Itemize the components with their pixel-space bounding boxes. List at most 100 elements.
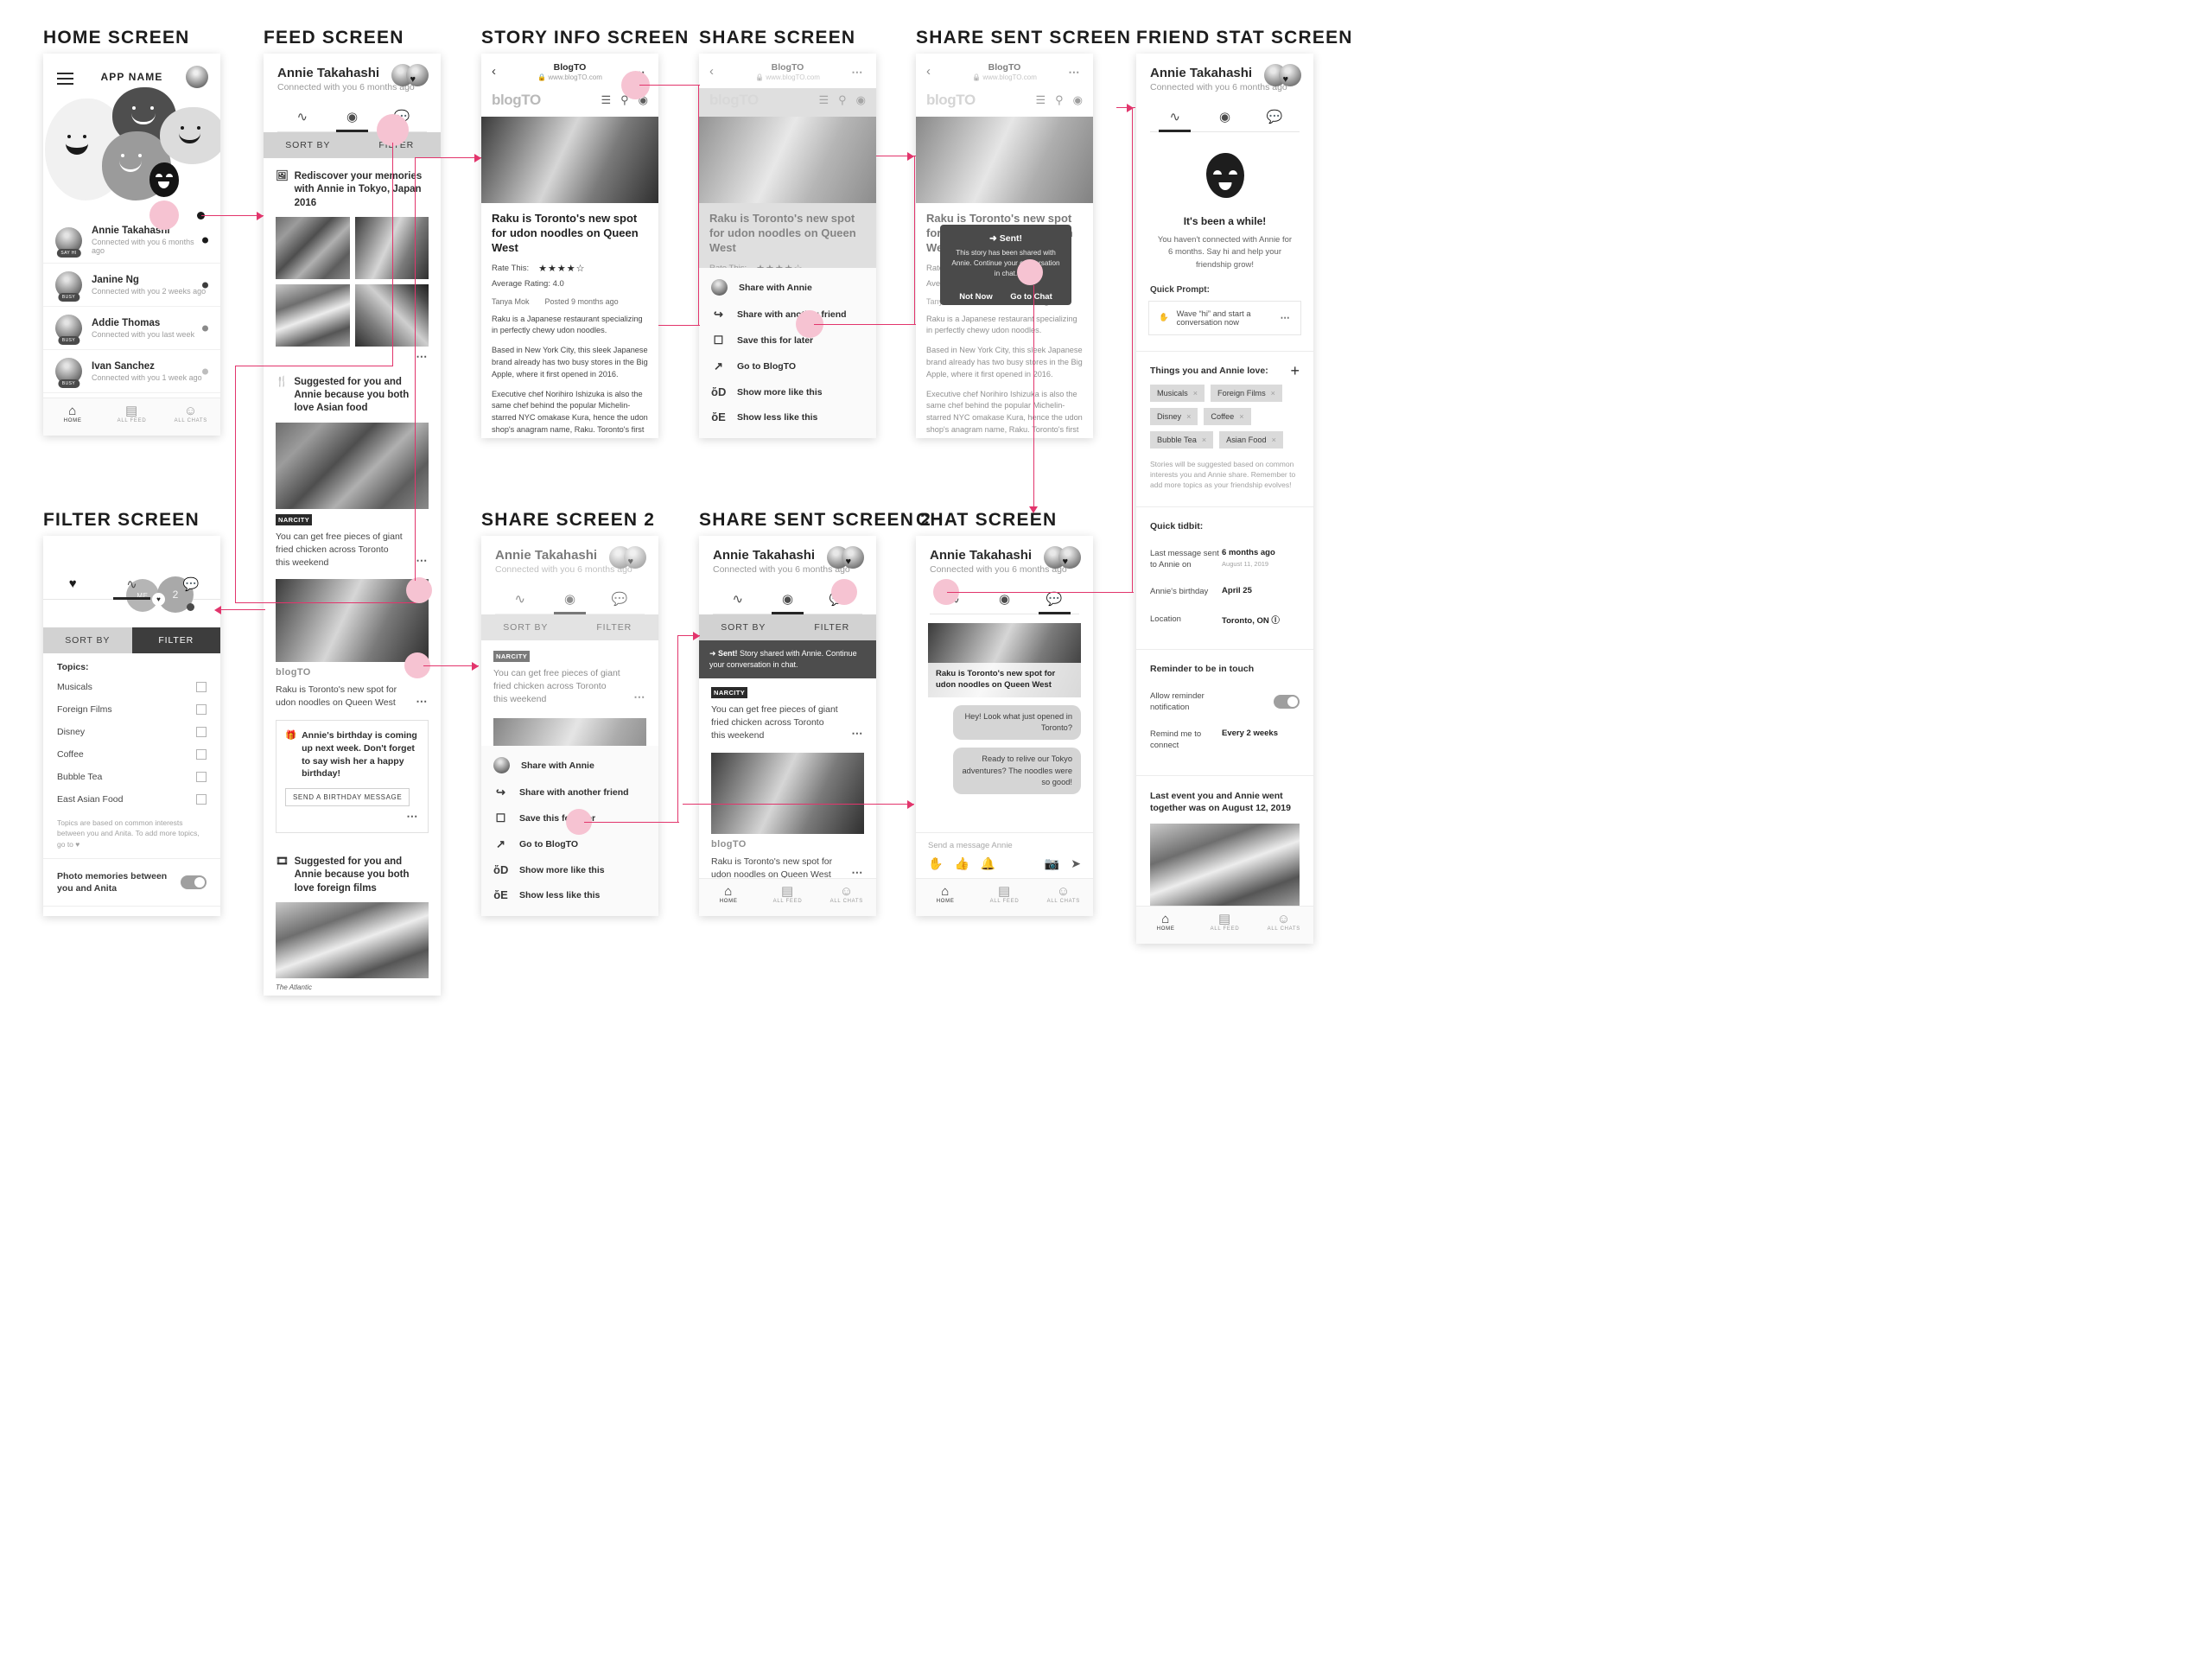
narcity-image[interactable] [276,422,429,509]
friend-list-item[interactable]: BUSY Addie Thomas Connected with you last … [43,307,220,350]
shared-story-card[interactable]: Raku is Toronto's new spot for udon nood… [928,623,1081,697]
my-avatar[interactable] [186,66,208,88]
topic-checkbox[interactable] [196,682,207,692]
sort-by-tab[interactable]: SORT BY [43,627,132,653]
blogto-image[interactable] [711,752,864,834]
tab-chat[interactable]: 💬 [1249,103,1300,131]
remove-chip-icon[interactable]: × [1186,412,1191,421]
topic-row[interactable]: East Asian Food [43,788,220,811]
filter-button[interactable]: FILTER [788,614,877,640]
nav-item-home[interactable]: ⌂ HOME [43,398,102,436]
browser-more-button[interactable]: ⋯ [1068,66,1081,80]
share-menu-item[interactable]: ὄE Show less like this [481,882,658,907]
narcity-more-button[interactable]: ⋯ [416,553,429,569]
send-icon[interactable]: ➤ [1071,856,1081,871]
interest-chip[interactable]: Asian Food × [1219,430,1283,449]
share-menu-item[interactable]: ὄD Show more like this [699,379,876,404]
wave-icon[interactable]: ✋ [928,856,943,871]
topic-checkbox[interactable] [196,772,207,782]
tab-pulse[interactable]: ∿ [277,103,327,131]
not-now-button[interactable]: Not Now [959,292,993,302]
thumbs-up-icon[interactable]: 👍 [954,856,969,871]
menu-icon[interactable]: ☰ [601,93,611,107]
go-to-chat-button[interactable]: Go to Chat [1010,292,1052,302]
nav-item-all-chats[interactable]: ☺ ALL CHATS [817,879,876,916]
interest-chip[interactable]: Bubble Tea × [1150,430,1214,449]
search-icon[interactable]: ⚲ [838,93,847,107]
share-menu-item[interactable]: Share with Annie [481,751,658,780]
memory-more-button[interactable]: ⋯ [276,347,429,364]
nav-item-home[interactable]: ⌂ HOME [916,879,975,916]
friend-list-item[interactable]: SAY HI Annie Takahashi Connected with you … [43,218,220,264]
topic-row[interactable]: Musicals [43,676,220,698]
topic-row[interactable]: Foreign Films [43,698,220,721]
share-menu-item[interactable]: ↗ Go to BlogTO [481,831,658,857]
tab-compass[interactable]: ◉ [1200,103,1250,131]
back-icon[interactable]: ‹ [492,64,496,79]
tab-heart[interactable]: ♥ [43,570,102,599]
topic-row[interactable]: Bubble Tea [43,766,220,788]
tab-compass[interactable]: ◉ [763,585,813,614]
menu-icon[interactable]: ☰ [818,93,829,107]
tab-compass[interactable]: ◉ [980,585,1030,614]
back-icon[interactable]: ‹ [926,64,931,79]
nav-item-home[interactable]: ⌂ HOME [1136,907,1195,944]
interest-chip[interactable]: Musicals × [1150,384,1205,402]
topic-checkbox[interactable] [196,794,207,805]
nav-item-all-feed[interactable]: ▤ ALL FEED [1195,907,1254,944]
add-topic-button[interactable]: + [1290,363,1300,379]
remove-chip-icon[interactable]: × [1202,436,1206,444]
nav-item-all-feed[interactable]: ▤ ALL FEED [758,879,817,916]
bell-icon[interactable]: 🔔 [981,856,995,871]
nav-item-all-chats[interactable]: ☺ ALL CHATS [162,398,220,436]
topic-checkbox[interactable] [196,749,207,760]
narcity-more-button[interactable]: ⋯ [633,690,646,705]
memory-photo-3[interactable] [276,283,350,347]
star-rating[interactable]: ★★★★☆ [538,263,585,274]
quick-prompt-card[interactable]: ✋ Wave “hi” and start a conversation now… [1148,300,1301,335]
topic-row[interactable]: Disney [43,721,220,743]
topic-checkbox[interactable] [196,727,207,737]
share-menu-item[interactable]: ↪ Share with another friend [481,780,658,805]
filter-button[interactable]: FILTER [570,614,659,640]
tab-pulse[interactable]: ∿ [713,585,763,614]
remove-chip-icon[interactable]: × [1272,436,1276,444]
share-menu-item[interactable]: Share with Annie [699,273,876,302]
sort-by-button[interactable]: SORT BY [699,614,788,640]
tab-chat[interactable]: 💬 [162,570,220,599]
share-menu-item[interactable]: ὄE Show less like this [699,404,876,430]
atlantic-image[interactable] [276,901,429,978]
sort-by-button[interactable]: SORT BY [481,614,570,640]
back-icon[interactable]: ‹ [709,64,714,79]
menu-icon[interactable]: ☰ [1035,93,1046,107]
event-image[interactable] [1150,824,1300,907]
share-menu-item[interactable]: ☐ Save this for later [699,328,876,353]
tab-compass[interactable]: ◉ [545,585,595,614]
photo-memories-toggle[interactable] [181,875,207,890]
chat-input[interactable]: Send a message Annie [916,833,1093,856]
remove-chip-icon[interactable]: × [1193,389,1198,398]
nav-item-home[interactable]: ⌂ HOME [699,879,758,916]
friend-list-item[interactable]: BUSY Ivan Sanchez Connected with you 1 wee… [43,350,220,393]
remove-chip-icon[interactable]: × [1239,412,1243,421]
share-menu-item[interactable]: ↗ Go to BlogTO [699,353,876,379]
filter-tab[interactable]: FILTER [131,627,220,653]
blogto-more-button[interactable]: ⋯ [416,694,429,710]
nav-item-all-feed[interactable]: ▤ ALL FEED [975,879,1033,916]
topic-row[interactable]: Coffee [43,743,220,766]
memory-photo-1[interactable] [276,216,350,279]
tab-pulse[interactable]: ∿ [102,570,161,600]
send-birthday-message-button[interactable]: SEND A BIRTHDAY MESSAGE [285,787,410,806]
nav-item-all-chats[interactable]: ☺ ALL CHATS [1255,907,1313,944]
interest-chip[interactable]: Coffee × [1204,407,1251,425]
nav-item-all-feed[interactable]: ▤ ALL FEED [102,398,161,436]
share-menu-item[interactable]: ὄD Show more like this [481,857,658,882]
tab-chat[interactable]: 💬 [1029,585,1079,614]
browser-more-button[interactable]: ⋯ [851,66,864,80]
account-icon[interactable]: ◉ [856,93,866,107]
interest-chip[interactable]: Foreign Films × [1211,384,1282,402]
reminder-toggle[interactable] [1274,694,1300,709]
tab-pulse[interactable]: ∿ [495,585,545,614]
narcity-more-button[interactable]: ⋯ [851,726,864,741]
tab-chat[interactable]: 💬 [594,585,645,614]
